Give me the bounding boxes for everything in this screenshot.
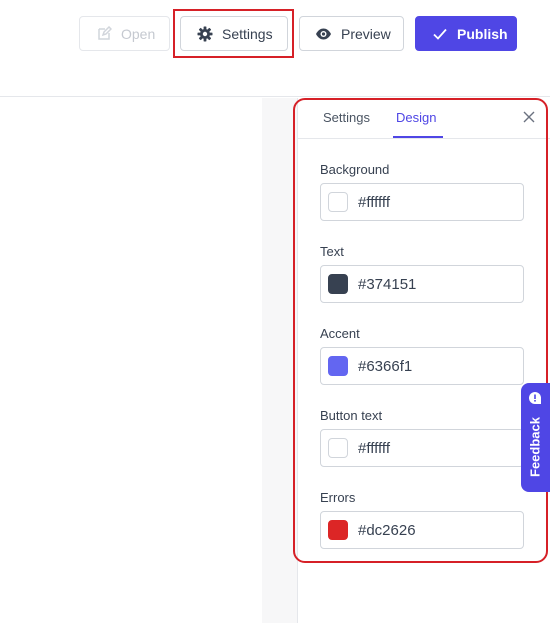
panel-tabs: Settings Design [298, 98, 550, 139]
settings-button-label: Settings [222, 25, 273, 42]
background-color-value: #ffffff [358, 193, 390, 211]
errors-label: Errors [320, 490, 356, 505]
canvas-gutter [262, 98, 298, 623]
background-label: Background [320, 162, 390, 177]
active-tab-indicator [393, 136, 443, 138]
button-text-color-swatch[interactable] [328, 438, 348, 458]
accent-label: Accent [320, 326, 360, 341]
preview-button-label: Preview [341, 25, 391, 42]
button-text-label: Button text [320, 408, 383, 423]
open-button-label: Open [121, 25, 156, 42]
accent-color-value: #6366f1 [358, 357, 413, 375]
errors-color-input[interactable]: #dc2626 [320, 511, 524, 549]
accent-color-swatch[interactable] [328, 356, 348, 376]
gear-icon [197, 26, 213, 41]
background-color-input[interactable]: #ffffff [320, 183, 524, 221]
publish-button-label: Publish [457, 25, 508, 42]
feedback-tab[interactable]: Feedback [521, 383, 550, 492]
text-color-input[interactable]: #374151 [320, 265, 524, 303]
editor-canvas [0, 98, 262, 623]
text-color-swatch[interactable] [328, 274, 348, 294]
feedback-icon [529, 392, 541, 404]
top-toolbar: Open Settings Preview Publish [0, 0, 550, 97]
button-text-color-value: #ffffff [358, 439, 390, 457]
text-color-value: #374151 [358, 275, 417, 293]
close-icon[interactable] [522, 110, 536, 124]
button-text-color-input[interactable]: #ffffff [320, 429, 524, 467]
accent-color-input[interactable]: #6366f1 [320, 347, 524, 385]
app: Open Settings Preview Publish Settings D… [0, 0, 550, 623]
open-button[interactable]: Open [79, 16, 170, 51]
tab-settings[interactable]: Settings [323, 110, 370, 125]
settings-button[interactable]: Settings [180, 16, 288, 51]
check-icon [433, 28, 447, 40]
preview-button[interactable]: Preview [299, 16, 404, 51]
design-panel: Settings Design Background #ffffff Text … [298, 98, 550, 623]
feedback-label: Feedback [527, 417, 543, 477]
errors-color-swatch[interactable] [328, 520, 348, 540]
edit-icon [98, 25, 112, 40]
publish-button[interactable]: Publish [415, 16, 517, 51]
text-label: Text [320, 244, 344, 259]
errors-color-value: #dc2626 [358, 521, 416, 539]
tab-design[interactable]: Design [396, 110, 436, 125]
background-color-swatch[interactable] [328, 192, 348, 212]
eye-icon [316, 28, 331, 39]
